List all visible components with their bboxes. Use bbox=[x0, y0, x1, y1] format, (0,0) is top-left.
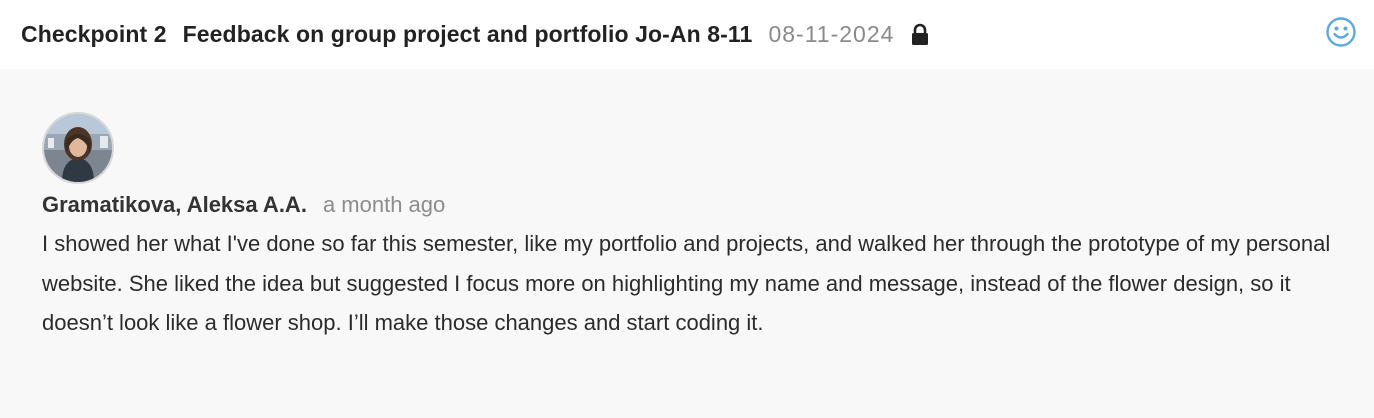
feedback-title: Feedback on group project and portfolio … bbox=[182, 21, 753, 47]
lock-icon bbox=[910, 23, 930, 47]
avatar[interactable] bbox=[42, 112, 114, 184]
feedback-header: Checkpoint 2 Feedback on group project a… bbox=[0, 0, 1374, 69]
comment: Gramatikova, Aleksa A.A. a month ago I s… bbox=[42, 112, 1342, 343]
comment-author[interactable]: Gramatikova, Aleksa A.A. bbox=[42, 192, 307, 218]
comment-time: a month ago bbox=[322, 192, 446, 217]
feedback-date: 08-11-2024 bbox=[768, 21, 895, 47]
comment-meta: Gramatikova, Aleksa A.A. a month ago bbox=[42, 192, 1342, 218]
checkpoint-label: Checkpoint 2 bbox=[21, 21, 167, 47]
smiley-icon[interactable] bbox=[1325, 16, 1357, 48]
comment-text: I showed her what I've done so far this … bbox=[42, 231, 1331, 335]
